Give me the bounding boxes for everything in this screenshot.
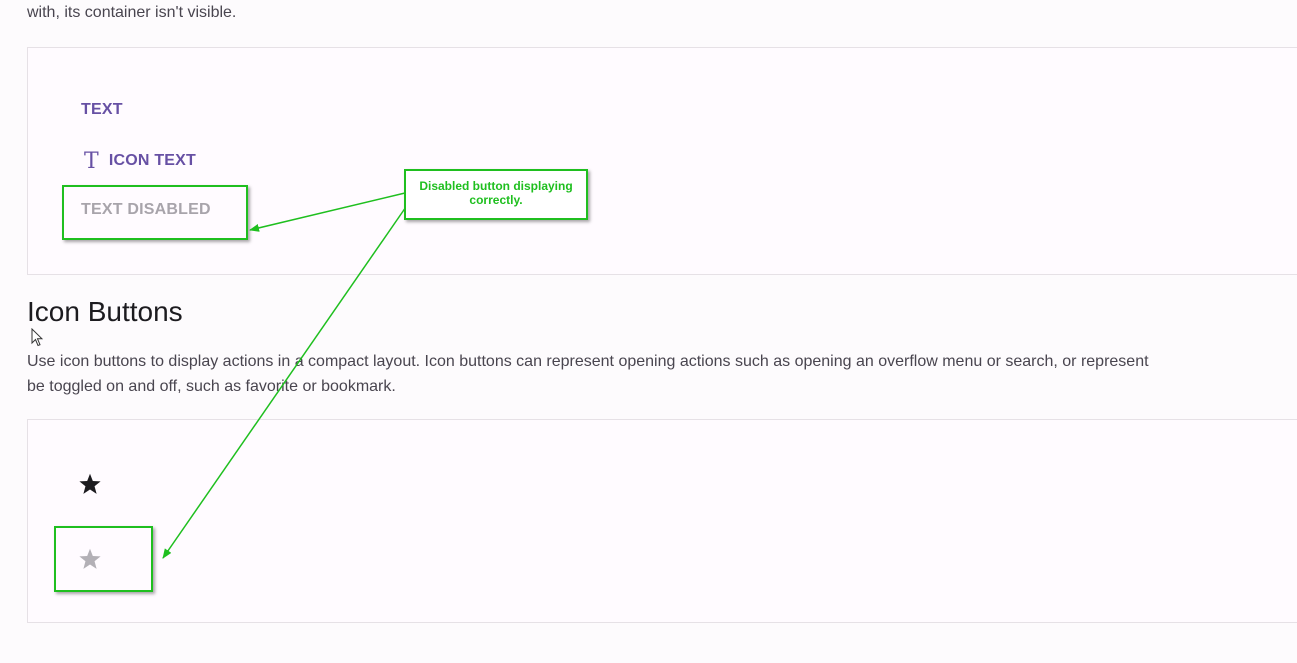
icon-buttons-demo-container — [27, 419, 1297, 623]
mouse-cursor-icon — [31, 328, 43, 347]
page: with, its container isn't visible. TEXT … — [0, 0, 1297, 663]
section-heading-icon-buttons: Icon Buttons — [27, 296, 183, 327]
icon-text-button[interactable]: T ICON TEXT — [84, 149, 196, 174]
section-description-line-2: be toggled on and off, such as favorite … — [27, 378, 396, 395]
text-button[interactable]: TEXT — [81, 101, 123, 119]
annotation-callout: Disabled button displaying correctly. — [404, 169, 588, 220]
section-description-line-1: Use icon buttons to display actions in a… — [27, 353, 1149, 370]
annotation-highlight-icon-disabled — [54, 526, 153, 592]
favorite-icon-button[interactable] — [70, 464, 110, 504]
intro-text: with, its container isn't visible. — [27, 4, 237, 21]
annotation-highlight-text-disabled — [62, 185, 248, 240]
section-description: Use icon buttons to display actions in a… — [27, 349, 1297, 399]
text-format-icon: T — [84, 149, 99, 174]
text-buttons-demo-container — [27, 47, 1297, 275]
star-icon — [79, 473, 101, 494]
icon-text-button-label: ICON TEXT — [108, 152, 197, 169]
